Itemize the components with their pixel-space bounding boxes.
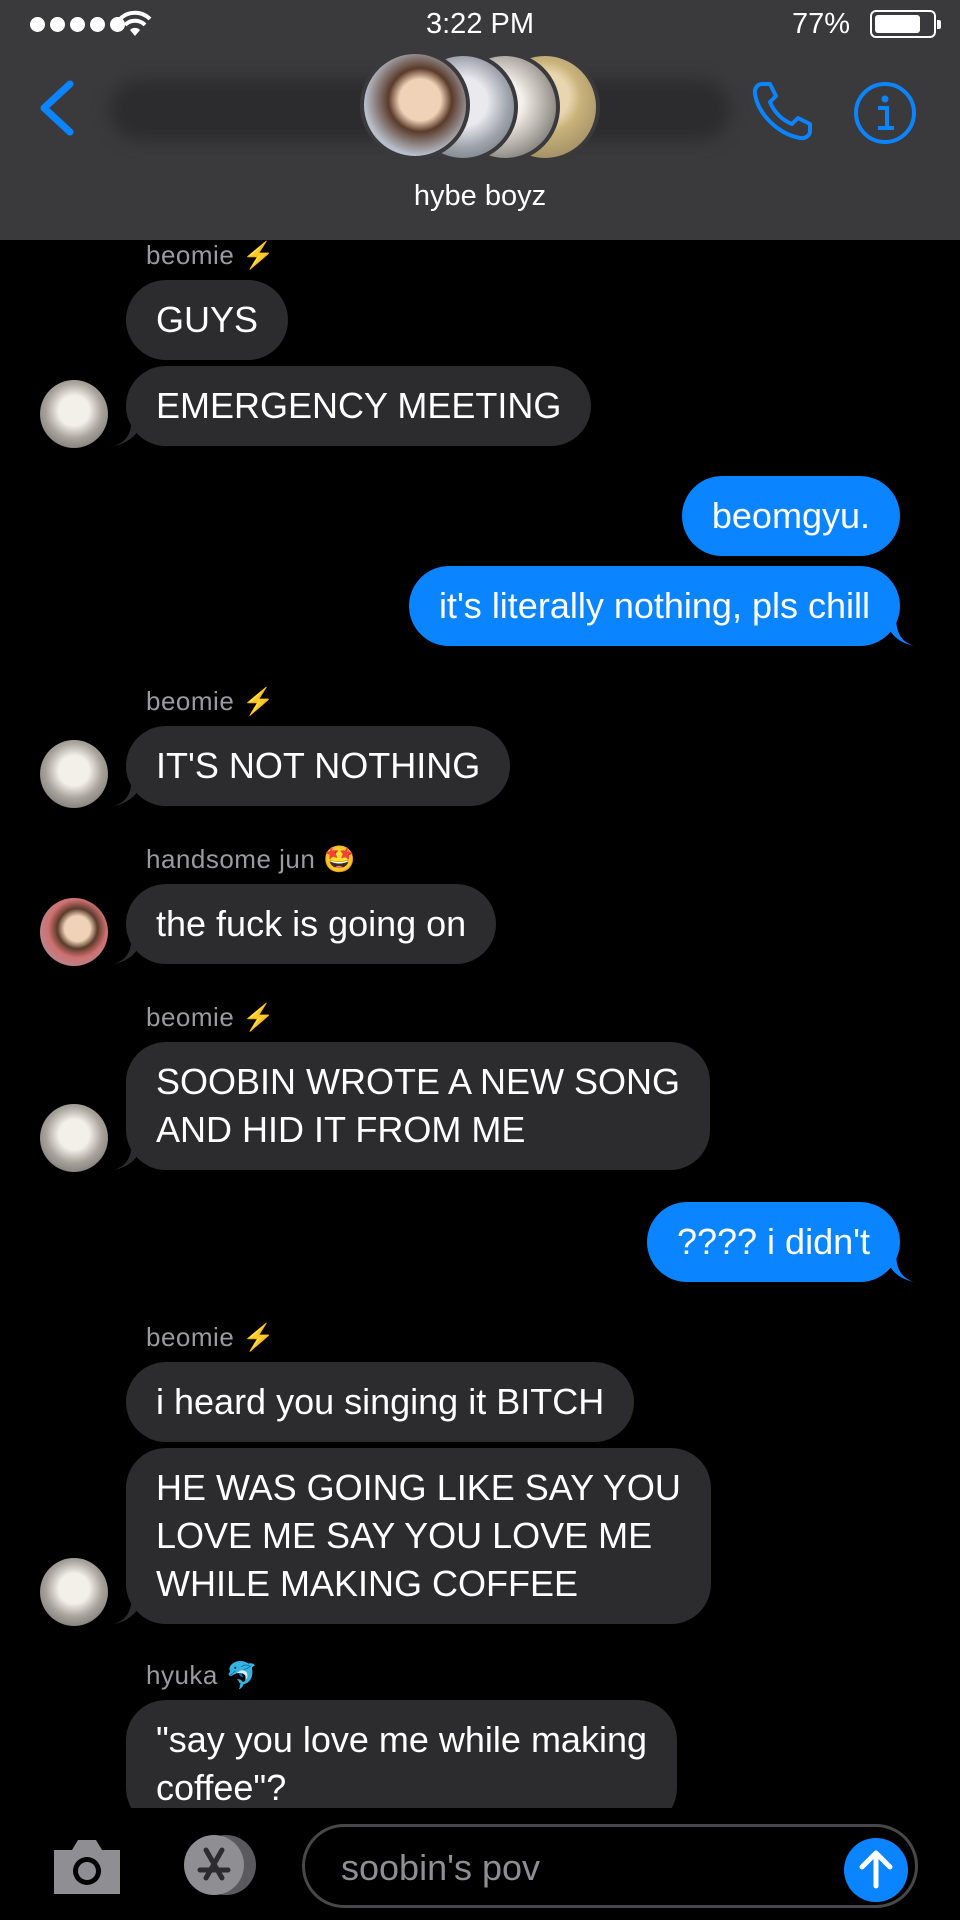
sender-name: beomie ⚡ (146, 1322, 275, 1352)
bubble-tail (114, 1594, 144, 1624)
avatar (360, 50, 470, 160)
bubble-tail (884, 616, 914, 646)
message-bubble-incoming[interactable]: GUYS (126, 280, 289, 360)
app-store-icon[interactable] (176, 1830, 262, 1900)
message-bubble-incoming[interactable]: IT'S NOT NOTHING (126, 726, 511, 806)
message-bubble-incoming[interactable]: EMERGENCY MEETING (126, 366, 592, 446)
message-bubble-incoming[interactable]: "say you love me while making coffee"? (126, 1700, 677, 1808)
group-name[interactable]: hybe boyz (0, 180, 960, 213)
sender-name: beomie ⚡ (146, 240, 275, 270)
send-button[interactable] (844, 1838, 908, 1902)
message-bubble-incoming[interactable]: the fuck is going on (126, 884, 497, 964)
avatar[interactable] (40, 1558, 108, 1626)
avatar[interactable] (40, 898, 108, 966)
chevron-left-icon[interactable] (34, 76, 84, 140)
bubble-tail (114, 1140, 144, 1170)
avatar[interactable] (40, 1104, 108, 1172)
avatar[interactable] (40, 380, 108, 448)
message-bubble-outgoing[interactable]: beomgyu. (681, 476, 900, 556)
status-bar: 3:22 PM 77% (0, 0, 960, 48)
sender-name: beomie ⚡ (146, 686, 275, 716)
avatar[interactable] (40, 740, 108, 808)
sender-name: beomie ⚡ (146, 1002, 275, 1032)
camera-icon[interactable] (50, 1834, 124, 1898)
group-avatars[interactable] (360, 46, 600, 166)
message-input[interactable]: soobin's pov (302, 1824, 918, 1908)
conversation-header: 3:22 PM 77% hybe boyz (0, 0, 960, 240)
bubble-tail (114, 416, 144, 446)
info-icon[interactable] (852, 80, 918, 146)
sender-name: hyuka 🐬 (146, 1660, 259, 1690)
battery-icon (870, 10, 941, 38)
message-bubble-incoming[interactable]: SOOBIN WROTE A NEW SONG AND HID IT FROM … (126, 1042, 711, 1170)
message-bubble-incoming[interactable]: i heard you singing it BITCH (126, 1362, 635, 1442)
message-list[interactable]: beomie ⚡ GUYS EMERGENCY MEETING beomgyu.… (0, 240, 960, 1808)
bubble-tail (114, 776, 144, 806)
arrow-up-icon (859, 1850, 893, 1889)
bubble-tail (114, 934, 144, 964)
battery-percent: 77% (791, 8, 850, 40)
phone-icon[interactable] (748, 76, 818, 146)
message-bubble-outgoing[interactable]: ???? i didn't (646, 1202, 900, 1282)
message-bubble-incoming[interactable]: HE WAS GOING LIKE SAY YOU LOVE ME SAY YO… (126, 1448, 711, 1624)
sender-name: handsome jun 🤩 (146, 844, 356, 874)
message-input-placeholder: soobin's pov (341, 1847, 541, 1888)
message-bubble-outgoing[interactable]: it's literally nothing, pls chill (408, 566, 900, 646)
bubble-tail (884, 1252, 914, 1282)
